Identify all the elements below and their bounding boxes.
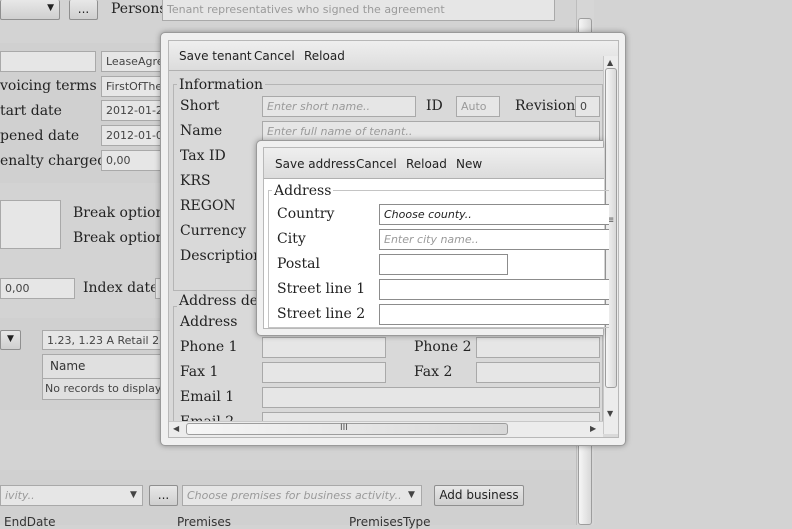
- grid-name-header[interactable]: Name: [50, 359, 85, 373]
- address-title: Address: [272, 183, 334, 199]
- revision-label: Revision: [515, 98, 576, 114]
- id-label: ID: [426, 98, 443, 114]
- save-tenant-button[interactable]: Save tenant: [179, 49, 252, 63]
- address-dialog-body: Save address Cancel Reload New Address C…: [263, 147, 609, 329]
- break-option-box[interactable]: [0, 200, 61, 249]
- premises-dropdown-left[interactable]: ▼: [0, 330, 21, 350]
- street2-input[interactable]: [379, 304, 609, 325]
- start-date-field[interactable]: 2012-01-23: [101, 100, 161, 121]
- name-label: Name: [180, 123, 223, 139]
- invoicing-terms-label: voicing terms: [0, 78, 97, 94]
- grid-header-divider: [42, 378, 169, 379]
- fax1-label: Fax 1: [180, 364, 219, 380]
- description-label: Description: [180, 248, 263, 264]
- opened-date-field[interactable]: 2012-01-03: [101, 125, 161, 146]
- scroll-right-icon[interactable]: ▶: [590, 424, 596, 433]
- taxid-label: Tax ID: [180, 148, 226, 164]
- scroll-left-icon[interactable]: ◀: [173, 424, 179, 433]
- chevron-down-icon: ▼: [408, 490, 415, 500]
- postal-label: Postal: [277, 256, 320, 272]
- city-label: City: [277, 231, 306, 247]
- fax2-input[interactable]: [476, 362, 600, 383]
- fax2-label: Fax 2: [414, 364, 453, 380]
- full-name-input[interactable]: Enter full name of tenant..: [262, 121, 600, 142]
- add-business-button[interactable]: Add business: [434, 485, 524, 506]
- country-label: Country: [277, 206, 335, 222]
- revision-field: 0: [575, 96, 600, 117]
- index-field[interactable]: 0,00: [0, 278, 75, 299]
- hscroll-grip-icon: III: [340, 423, 348, 433]
- information-title: Information: [177, 77, 266, 93]
- chevron-down-icon: ▼: [7, 334, 14, 344]
- city-input[interactable]: Enter city name..: [379, 229, 609, 250]
- postal-input[interactable]: [379, 254, 508, 275]
- start-date-label: tart date: [0, 103, 62, 119]
- cancel-tenant-button[interactable]: Cancel: [254, 49, 295, 63]
- persons-label: Persons: [111, 1, 167, 17]
- index-date-label: Index date: [83, 280, 159, 296]
- activity-ellipsis-button[interactable]: ...: [149, 485, 178, 506]
- lease-type-field[interactable]: LeaseAgre: [101, 51, 161, 72]
- penalty-field[interactable]: 0,00: [101, 150, 161, 171]
- fax1-input[interactable]: [262, 362, 386, 383]
- scroll-up-icon[interactable]: ▲: [607, 58, 613, 67]
- new-address-button[interactable]: New: [456, 157, 482, 171]
- penalty-label: enalty charged: [0, 153, 107, 169]
- lease-field-left[interactable]: [0, 51, 96, 72]
- address-label: Address: [180, 314, 238, 330]
- id-field: Auto: [456, 96, 500, 117]
- phone2-input[interactable]: [476, 337, 600, 358]
- krs-label: KRS: [180, 173, 211, 189]
- reload-tenant-button[interactable]: Reload: [304, 49, 345, 63]
- grid-empty-text: No records to display.: [45, 382, 164, 395]
- col-premises-header[interactable]: Premises: [177, 515, 231, 529]
- short-name-input[interactable]: Enter short name..: [262, 96, 416, 117]
- chevron-down-icon: ▼: [47, 3, 54, 13]
- top-dropdown-button[interactable]: ▼: [0, 0, 60, 20]
- reload-address-button[interactable]: Reload: [406, 157, 447, 171]
- regon-label: REGON: [180, 198, 236, 214]
- save-address-button[interactable]: Save address: [275, 157, 355, 171]
- phone2-label: Phone 2: [414, 339, 472, 355]
- street2-label: Street line 2: [277, 306, 366, 322]
- premises-select[interactable]: Choose premises for business activity..: [182, 485, 422, 506]
- currency-label: Currency: [180, 223, 247, 239]
- premises-field[interactable]: 1.23, 1.23 A Retail 222: [42, 330, 167, 350]
- address-dialog: Save address Cancel Reload New Address C…: [256, 140, 609, 336]
- invoicing-terms-field[interactable]: FirstOfThe: [101, 76, 161, 97]
- email1-label: Email 1: [180, 389, 235, 405]
- col-enddate-header[interactable]: EndDate: [4, 515, 56, 529]
- persons-ellipsis-button[interactable]: ...: [69, 0, 98, 20]
- opened-date-label: pened date: [0, 128, 80, 144]
- street1-input[interactable]: [379, 279, 609, 300]
- cancel-address-button[interactable]: Cancel: [356, 157, 397, 171]
- country-select[interactable]: Choose county..: [379, 204, 609, 225]
- email1-input[interactable]: [262, 387, 600, 408]
- short-label: Short: [180, 98, 220, 114]
- phone1-label: Phone 1: [180, 339, 238, 355]
- chevron-down-icon: ▼: [130, 490, 137, 500]
- col-premisestype-header[interactable]: PremisesType: [349, 515, 431, 529]
- phone1-input[interactable]: [262, 337, 386, 358]
- activity-select[interactable]: ivity..: [0, 485, 143, 506]
- persons-input[interactable]: Tenant representatives who signed the ag…: [162, 0, 555, 21]
- street1-label: Street line 1: [277, 281, 366, 297]
- scroll-down-icon[interactable]: ▼: [607, 409, 613, 418]
